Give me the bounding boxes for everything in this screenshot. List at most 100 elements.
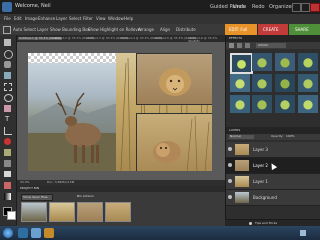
layers-options-row: Normal Opacity: 100%	[226, 134, 320, 140]
maximize-icon[interactable]	[301, 3, 310, 12]
menu-image[interactable]: Image	[25, 17, 38, 21]
effects-category-label: Artistic	[258, 43, 269, 47]
tab-edit[interactable]: EDIT: Full	[225, 24, 257, 35]
effect-thumbnail[interactable]	[230, 74, 250, 92]
effect-thumbnail[interactable]	[275, 95, 295, 113]
eye-icon[interactable]	[228, 179, 232, 183]
background-color-swatch[interactable]	[7, 211, 16, 220]
bin-thumbnail[interactable]	[21, 202, 47, 222]
layer-thumbnail	[235, 176, 249, 187]
eye-icon[interactable]	[228, 147, 232, 151]
taskbar-app-icon[interactable]	[44, 228, 54, 238]
effect-thumbnail[interactable]	[230, 95, 250, 113]
layer-row[interactable]: Layer 3	[226, 142, 320, 158]
healing-brush-icon[interactable]	[4, 149, 11, 156]
start-button-icon[interactable]	[3, 228, 13, 238]
distribute-button[interactable]: Distribute	[176, 28, 196, 32]
project-bin-header: PROJECT BIN	[17, 186, 225, 192]
clone-stamp-icon[interactable]	[4, 160, 11, 167]
undo-link[interactable]: Undo	[233, 5, 246, 10]
move-tool-icon	[3, 26, 11, 34]
menu-window[interactable]: Window	[108, 17, 124, 21]
effect-thumbnail[interactable]	[252, 53, 272, 71]
layer-thumbnail	[235, 144, 249, 155]
type-tool-icon[interactable]: T	[5, 115, 11, 123]
os-taskbar	[0, 226, 320, 240]
menu-enhance[interactable]: Enhance	[38, 17, 55, 21]
effect-thumbnail[interactable]	[252, 95, 272, 113]
layers-header: LAYERS	[226, 127, 320, 134]
layer-styles-icon[interactable]	[237, 43, 242, 48]
lasso-tool-icon[interactable]	[4, 94, 13, 102]
marquee-tool-icon[interactable]	[4, 83, 12, 91]
eye-icon[interactable]	[228, 163, 232, 167]
document-canvas[interactable]	[28, 53, 212, 171]
taskbar-app-icon[interactable]	[18, 228, 28, 238]
lion-photo	[136, 53, 212, 105]
eyedropper-tool-icon[interactable]	[4, 72, 11, 79]
brush-tool-icon[interactable]	[4, 182, 11, 189]
lion-illustration	[159, 68, 191, 96]
opacity-label: Opacity:	[271, 134, 284, 138]
show-open-files-dropdown[interactable]: Show Open Files	[21, 194, 53, 201]
gradient-tool-icon[interactable]	[4, 193, 11, 200]
menu-layer[interactable]: Layer	[56, 17, 67, 21]
tab-create[interactable]: CREATE	[258, 24, 288, 35]
taskbar-app-icon[interactable]	[31, 228, 41, 238]
bin-thumbnail[interactable]	[77, 202, 103, 222]
auto-select-layer-checkbox[interactable]: Auto Select Layer	[13, 28, 48, 32]
menu-select[interactable]: Select	[69, 17, 81, 21]
effect-thumbnail[interactable]	[298, 95, 318, 113]
effect-thumbnail[interactable]	[275, 74, 295, 92]
eye-icon[interactable]	[228, 195, 232, 199]
filters-icon[interactable]	[229, 43, 234, 48]
system-tray-icon[interactable]	[300, 230, 306, 236]
effect-thumbnail[interactable]	[298, 74, 318, 92]
tips-and-tricks-link[interactable]: Tips and Tricks	[255, 222, 277, 225]
crop-tool-icon[interactable]	[4, 127, 12, 135]
magic-wand-tool-icon[interactable]	[4, 105, 11, 112]
menu-view[interactable]: View	[96, 17, 106, 21]
effects-panel: EFFECTS Artistic	[225, 35, 320, 127]
eraser-tool-icon[interactable]	[4, 171, 11, 177]
close-icon[interactable]	[310, 3, 320, 12]
arrange-button[interactable]: Arrange	[138, 28, 154, 32]
menu-edit[interactable]: Edit	[14, 17, 22, 21]
menu-filter[interactable]: Filter	[83, 17, 93, 21]
photo-effects-icon[interactable]	[245, 43, 250, 48]
hand-tool-icon[interactable]	[4, 61, 11, 68]
menu-bar: File Edit Image Enhance Layer Select Fil…	[0, 14, 320, 24]
bin-thumbnail[interactable]	[49, 202, 75, 222]
effect-thumbnail[interactable]	[275, 53, 295, 71]
show-bounding-box-checkbox[interactable]: Show Bounding Box	[50, 28, 90, 32]
window-title: Welcome, Neil	[15, 3, 51, 9]
zoom-tool-icon[interactable]	[4, 50, 13, 59]
layer-row[interactable]: Layer 1	[226, 174, 320, 190]
effect-thumbnail[interactable]	[230, 53, 253, 74]
layer-name: Layer 2	[253, 163, 268, 168]
opacity-value[interactable]: 100%	[286, 135, 295, 138]
bin-actions-button[interactable]: Bin Actions	[77, 195, 94, 198]
show-open-files-label: Show Open Files	[23, 195, 48, 199]
minimize-icon[interactable]	[292, 3, 301, 12]
effect-thumbnail[interactable]	[298, 53, 318, 71]
tab-share[interactable]: SHARE	[289, 24, 320, 35]
effect-thumbnail[interactable]	[252, 74, 272, 92]
layer-row[interactable]: Background	[226, 190, 320, 206]
blend-mode-dropdown[interactable]: Normal	[229, 135, 254, 139]
menu-file[interactable]: File	[4, 17, 11, 21]
lioness-photo	[136, 113, 212, 171]
menu-help[interactable]: Help	[124, 17, 133, 21]
organizer-link[interactable]: Organizer	[269, 5, 293, 10]
move-tool-icon[interactable]	[4, 39, 11, 46]
effects-category-dropdown[interactable]: Artistic	[256, 43, 286, 48]
redo-link[interactable]: Redo	[252, 5, 265, 10]
tab-share-label: SHARE	[295, 27, 309, 32]
title-bar: Welcome, Neil Guided Panels Undo Redo Or…	[0, 0, 320, 15]
show-highlight-checkbox[interactable]: Show Highlight on Rollover	[88, 28, 142, 32]
align-button[interactable]: Align	[160, 28, 170, 32]
tips-icon	[249, 222, 252, 225]
layer-name: Background	[253, 195, 277, 200]
bin-thumbnail[interactable]	[105, 202, 131, 222]
red-eye-tool-icon[interactable]	[4, 138, 11, 145]
